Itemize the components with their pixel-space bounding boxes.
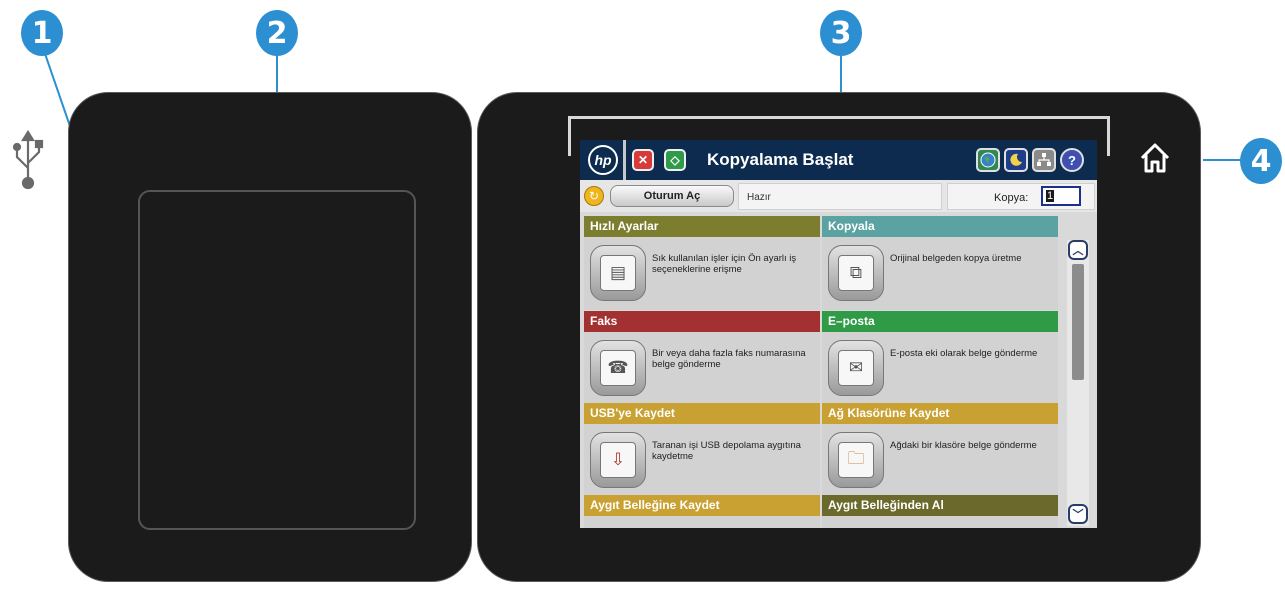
tile-quick-sets[interactable]: Hızlı Ayarlar ▤ Sık kullanılan işler içi… bbox=[584, 216, 820, 310]
screen-bracket-right-leg bbox=[1107, 116, 1110, 156]
stop-button[interactable]: ✕ bbox=[632, 149, 654, 171]
reset-icon[interactable]: ↻ bbox=[584, 186, 604, 206]
tile-description: Bir veya daha fazla faks numarasına belg… bbox=[652, 348, 806, 370]
tile-title: Faks bbox=[584, 311, 820, 332]
sleep-icon[interactable] bbox=[1004, 148, 1028, 172]
scroll-up-button[interactable]: ︿ bbox=[1068, 240, 1088, 260]
hardware-integration-pocket bbox=[138, 190, 416, 530]
tile-save-device-memory[interactable]: Aygıt Belleğine Kaydet bbox=[584, 495, 820, 528]
tile-retrieve-device-memory[interactable]: Aygıt Belleğinden Al bbox=[822, 495, 1058, 528]
tile-save-usb[interactable]: USB'ye Kaydet ⇩ Taranan işi USB depolama… bbox=[584, 403, 820, 497]
save-usb-icon: ⇩ bbox=[590, 432, 646, 488]
copies-value: 1 bbox=[1046, 190, 1055, 202]
fax-icon: ☎ bbox=[590, 340, 646, 396]
save-network-folder-icon: 🗀 bbox=[828, 432, 884, 488]
language-globe-icon[interactable] bbox=[976, 148, 1000, 172]
email-icon: ✉ bbox=[828, 340, 884, 396]
tile-title: USB'ye Kaydet bbox=[584, 403, 820, 424]
callout-3: 3 bbox=[820, 10, 862, 56]
tile-title: Kopyala bbox=[822, 216, 1058, 237]
tile-copy[interactable]: Kopyala ⧉ Orijinal belgeden kopya üretme bbox=[822, 216, 1058, 310]
tile-description: Sık kullanılan işler için Ön ayarlı iş s… bbox=[652, 253, 797, 275]
copy-icon: ⧉ bbox=[828, 245, 884, 301]
screen-top-bar: hp ✕ ◇ Kopyalama Başlat ? bbox=[580, 140, 1097, 180]
scroll-down-button[interactable]: ﹀ bbox=[1068, 504, 1088, 524]
tile-title: Ağ Klasörüne Kaydet bbox=[822, 403, 1058, 424]
scrollbar[interactable]: ︿ ﹀ bbox=[1067, 240, 1089, 526]
usb-port-icon bbox=[12, 130, 44, 190]
tile-description: Ağdaki bir klasöre belge gönderme bbox=[890, 440, 1037, 451]
sign-in-button[interactable]: Oturum Aç bbox=[610, 185, 734, 207]
copies-field: Kopya: 1 bbox=[947, 183, 1095, 210]
copies-input[interactable]: 1 bbox=[1041, 186, 1081, 206]
copies-label: Kopya: bbox=[994, 192, 1029, 204]
tile-description: Taranan işi USB depolama aygıtına kaydet… bbox=[652, 440, 801, 462]
tile-email[interactable]: E–posta ✉ E-posta eki olarak belge gönde… bbox=[822, 311, 1058, 405]
top-bar-divider bbox=[623, 140, 626, 180]
tile-title: Aygıt Belleğine Kaydet bbox=[584, 495, 820, 516]
tile-fax[interactable]: Faks ☎ Bir veya daha fazla faks numarası… bbox=[584, 311, 820, 405]
status-field: Hazır bbox=[738, 183, 942, 210]
callout-2: 2 bbox=[256, 10, 298, 56]
home-button-icon[interactable] bbox=[1138, 141, 1172, 175]
screen-bracket-left-leg bbox=[568, 116, 571, 156]
callout-4: 4 bbox=[1240, 138, 1282, 184]
tile-save-network-folder[interactable]: Ağ Klasörüne Kaydet 🗀 Ağdaki bir klasöre… bbox=[822, 403, 1058, 497]
tile-title: Hızlı Ayarlar bbox=[584, 216, 820, 237]
screen-bracket bbox=[568, 116, 1110, 119]
status-bar: ↻ Oturum Aç Hazır Kopya: 1 bbox=[580, 180, 1097, 212]
quick-sets-icon: ▤ bbox=[590, 245, 646, 301]
network-icon[interactable] bbox=[1032, 148, 1056, 172]
tile-description: Orijinal belgeden kopya üretme bbox=[890, 253, 1022, 264]
scroll-thumb[interactable] bbox=[1072, 264, 1084, 380]
tile-title: E–posta bbox=[822, 311, 1058, 332]
callout-4-leader bbox=[1203, 159, 1241, 161]
tile-title: Aygıt Belleğinden Al bbox=[822, 495, 1058, 516]
tile-description: E-posta eki olarak belge gönderme bbox=[890, 348, 1038, 359]
hp-logo: hp bbox=[588, 145, 618, 175]
start-button[interactable]: ◇ bbox=[664, 149, 686, 171]
help-icon[interactable]: ? bbox=[1060, 148, 1084, 172]
screen-title: Kopyalama Başlat bbox=[707, 150, 854, 169]
touchscreen: hp ✕ ◇ Kopyalama Başlat ? ↻ Oturum Aç Ha… bbox=[580, 140, 1097, 528]
status-text: Hazır bbox=[747, 192, 771, 203]
